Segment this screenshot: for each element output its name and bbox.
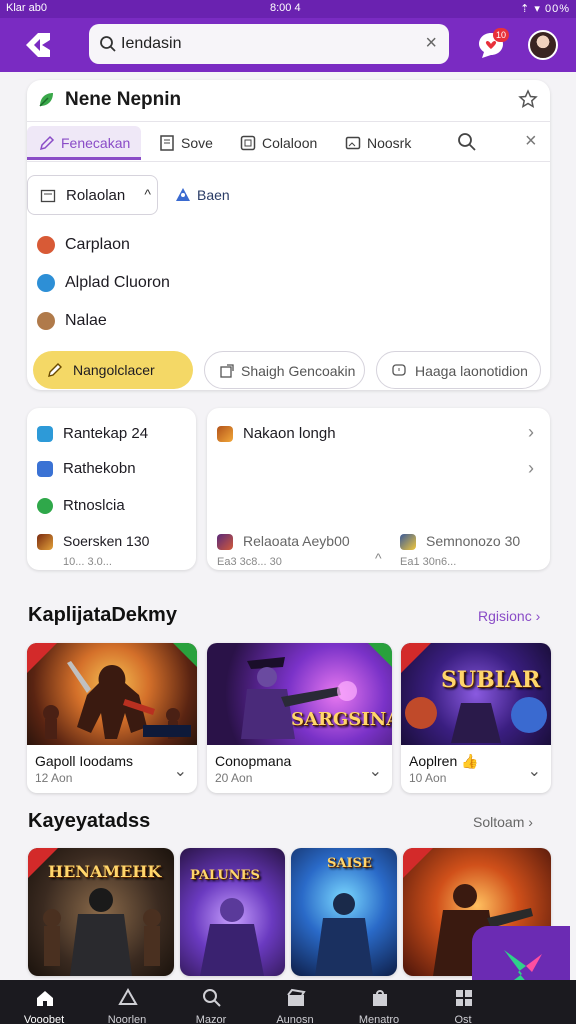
grid-icon (456, 990, 472, 1006)
chat-pill-button[interactable]: Haaga laonotidion (376, 351, 541, 389)
app-icon (37, 461, 53, 477)
leaf-icon (39, 93, 53, 107)
nav-item-shop[interactable]: Menatro (338, 980, 420, 1024)
verified-ribbon (368, 643, 392, 667)
new-ribbon (401, 643, 431, 673)
chevron-down-icon[interactable]: ⌄ (174, 761, 187, 781)
game-thumb-icon (37, 534, 53, 550)
app-logo-icon[interactable] (22, 30, 54, 60)
new-ribbon (27, 643, 57, 673)
chevron-down-icon[interactable]: ⌄ (369, 761, 382, 781)
game-card[interactable]: PALUNES (180, 848, 285, 976)
nav-item-search[interactable]: Mazor (170, 980, 252, 1024)
game-card[interactable]: HENAMEHK (28, 848, 174, 976)
tab-colaloon[interactable]: Colaloon (240, 126, 340, 160)
list-icon (40, 189, 56, 203)
option-icon (37, 274, 55, 292)
status-time: 8:00 4 (270, 2, 301, 14)
game-card[interactable]: SUBIAR Aoplren 👍 10 Aon ⌄ (401, 643, 551, 793)
home-icon (37, 991, 53, 1006)
verified-ribbon (173, 643, 197, 667)
app-icon (217, 426, 233, 442)
game-artwork: HENAMEHK (28, 848, 174, 976)
game-artwork: SARGSINAIS (207, 643, 392, 745)
panel-header: Nene Nepnin (27, 80, 550, 122)
app-icon (37, 498, 53, 514)
game-artwork: SAISE (291, 848, 397, 976)
image-icon (345, 136, 361, 150)
game-thumb-icon (217, 534, 233, 550)
bag-icon (373, 990, 387, 1006)
share-pill-button[interactable]: Shaigh Gencoakin (204, 351, 365, 389)
see-all-link[interactable]: Rgisionc › (478, 608, 540, 624)
chevron-right-icon[interactable]: › (528, 422, 534, 443)
new-ribbon (403, 848, 433, 878)
section-title: Kayeyatadss (28, 810, 151, 832)
game-card[interactable]: SAISE (291, 848, 397, 976)
person-icon (176, 188, 190, 201)
game-title: Aoplren 👍 (409, 753, 479, 769)
section-title: KaplijataDekmy (28, 604, 177, 626)
app-icon (37, 426, 53, 442)
bottom-nav: Vooobet Noorlen Mazor Aunosn Menatro Ost (0, 980, 576, 1024)
chat-icon (392, 364, 406, 376)
panel-title: Nene Nepnin (65, 89, 182, 110)
tab-noosrk[interactable]: Noosrk (345, 126, 445, 160)
option-icon (37, 236, 55, 254)
chevron-down-icon[interactable]: ⌄ (528, 761, 541, 781)
search-icon (100, 36, 116, 52)
pencil-icon (39, 135, 55, 151)
close-icon[interactable]: × (525, 130, 537, 153)
game-artwork: SUBIAR (401, 643, 551, 745)
search-icon[interactable] (457, 132, 477, 152)
pencil-icon (48, 363, 62, 377)
nav-item-more[interactable]: Ost (422, 980, 504, 1024)
search-icon (203, 989, 221, 1007)
status-bar: Klar ab0 8:00 4 ⇡ ▾ 00% (0, 0, 576, 18)
chevron-right-icon[interactable]: › (528, 458, 534, 479)
nav-item-home[interactable]: Vooobet (3, 980, 85, 1024)
nav-item-library[interactable]: Noorlen (86, 980, 168, 1024)
document-icon (160, 135, 174, 151)
triangle-icon (118, 988, 138, 1005)
status-battery: ⇡ ▾ 00% (520, 3, 570, 15)
chevron-up-icon[interactable]: ^ (375, 550, 382, 566)
game-card[interactable]: Gapoll Ioodams 12 Aon ⌄ (27, 643, 197, 793)
clear-icon[interactable]: × (425, 33, 437, 53)
clapboard-icon (287, 988, 306, 1006)
new-ribbon (28, 848, 58, 878)
game-thumb-icon (400, 534, 416, 550)
avatar[interactable] (528, 30, 558, 60)
share-icon (220, 364, 234, 378)
featured-card: Nakaon longh › › Relaoata Aeyb00 Ea3 3c8… (207, 408, 550, 570)
panel-tabs: Fenecakan Sove Colaloon Noosrk × (27, 126, 550, 162)
tab-fenecakan[interactable]: Fenecakan (27, 126, 141, 160)
dropdown-label: Rolaolan (66, 187, 126, 204)
nav-item-store[interactable]: Aunosn (254, 980, 336, 1024)
option-icon (37, 312, 55, 330)
search-input[interactable]: Iendasin × (89, 24, 449, 64)
shortcut-card: Rantekap 24 Rathekobn Rtnoslcia Soersken… (27, 408, 196, 570)
frame-icon (240, 135, 256, 151)
search-value: Iendasin (121, 35, 182, 52)
main-panel: Nene Nepnin Fenecakan Sove Colaloon Noos… (27, 80, 550, 390)
tab-sove[interactable]: Sove (159, 126, 239, 160)
app-bar: Iendasin × 10 (0, 18, 576, 72)
chevron-up-icon: ^ (144, 186, 151, 202)
game-artwork: PALUNES (180, 848, 285, 976)
game-card[interactable]: SARGSINAIS Conopmana 20 Aon ⌄ (207, 643, 392, 793)
status-carrier: Klar ab0 (6, 2, 47, 14)
primary-pill-button[interactable]: Nangolclacer (33, 351, 193, 389)
see-all-link[interactable]: Soltoam › (473, 814, 533, 830)
notification-badge: 10 (493, 28, 509, 42)
pin-icon[interactable] (518, 89, 538, 109)
dropdown-select[interactable]: Rolaolan ^ (27, 175, 158, 215)
game-artwork (27, 643, 197, 745)
